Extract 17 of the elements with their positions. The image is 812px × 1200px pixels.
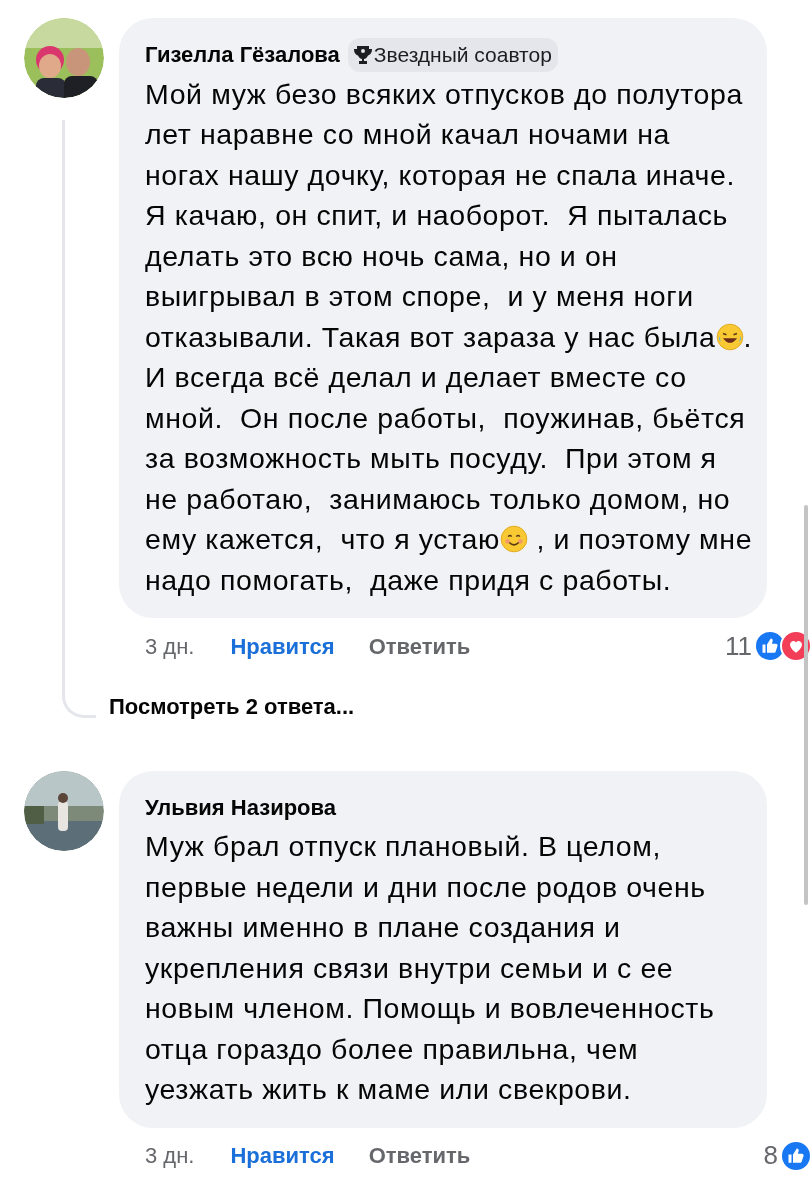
comment-text: Муж брал отпуск плановый. В целом, первые недели и дни после родов очень важны именно в плане создания и укрепления связи внутри семьи и с ее новым членом. Помощь и вовлеченность отца гораздо более правильна, чем уезжать жить к маме или свекрови. — [145, 829, 716, 1107]
top-fan-badge: Звездный соавтор — [347, 38, 558, 72]
like-link[interactable]: Нравится — [230, 1139, 335, 1172]
comment-time: 3 дн. — [145, 1142, 195, 1170]
author-name[interactable]: Ульвия Назирова — [145, 791, 336, 824]
comment-text: Мой муж безо всяких отпусков до полутора лет наравне со мной качал ночами на ногах нашу дочку, которая не спала иначе. Я качаю, он спит, и наоборот. Я пыталась делать это всю ночь сама, но и он выигрывал в этом споре, и у меня ноги отказывали. Такая вот зараза у нас была . И всегда всё делал и делает вместе со мной. Он после работы, поужинав, бьётся за возможность мыть посуду. При этом я не работаю, занимаюсь только домом, но ему кажется, что я устаю , и поэтому мне надо помогать, даже придя с работы. — [145, 76, 753, 598]
trophy-icon — [353, 44, 372, 65]
author-name[interactable]: Гизелла Гёзалова — [145, 38, 340, 72]
reply-link[interactable]: Ответить — [368, 629, 471, 663]
laughing-emoji-icon — [715, 322, 744, 351]
smiling-emoji-icon — [499, 525, 528, 553]
comment-time: 3 дн. — [145, 632, 195, 661]
like-link[interactable]: Нравится — [230, 629, 335, 663]
view-replies-link[interactable]: Посмотреть 2 ответа... — [109, 690, 355, 723]
reaction-count: 11 — [725, 629, 752, 663]
reaction-count: 8 — [763, 1139, 778, 1172]
reply-link[interactable]: Ответить — [368, 1139, 471, 1172]
